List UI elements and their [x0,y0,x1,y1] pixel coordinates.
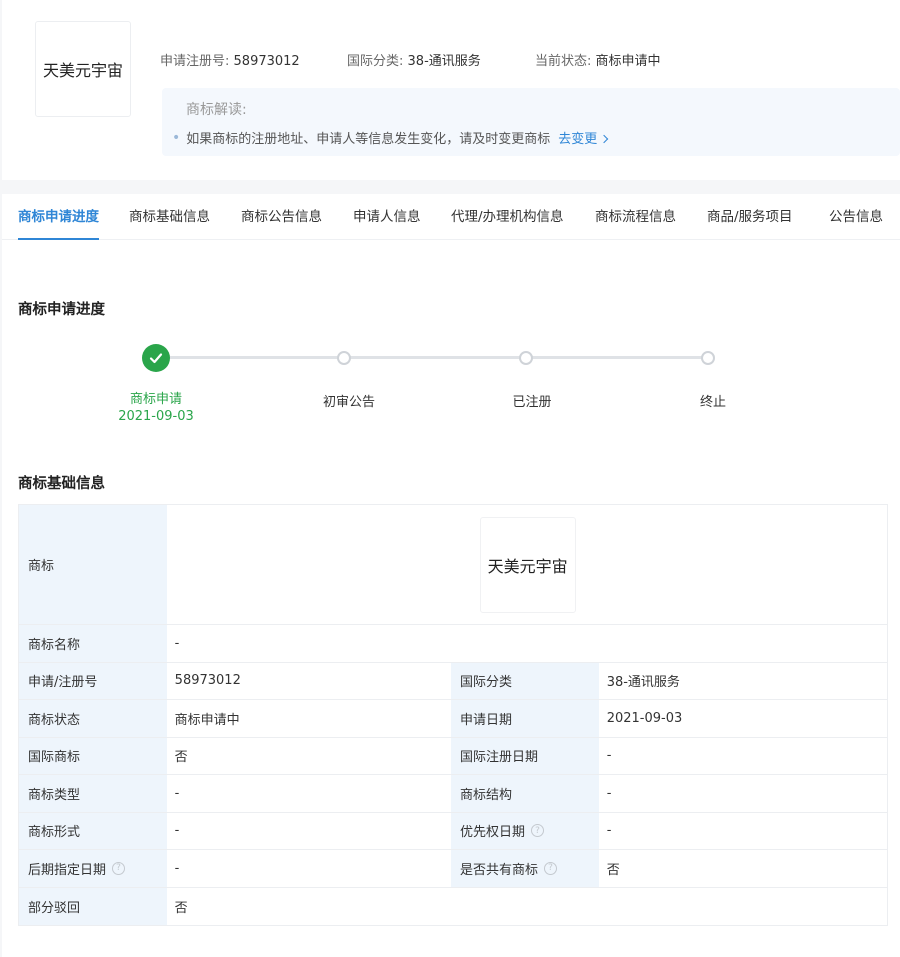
trademark-summary-card: 天美元宇宙 申请注册号: 58973012 国际分类: 38-通讯服务 当前状态… [2,0,900,180]
chevron-right-icon [600,134,609,144]
tab-announcement-info[interactable]: 商标公告信息 [241,194,322,240]
check-icon [149,353,163,364]
tab-agency-info[interactable]: 代理/办理机构信息 [451,194,564,240]
change-link[interactable]: 去变更 [558,128,609,147]
step-label-terminated: 终止 [699,395,727,410]
table-row: 商标形式 - 优先权日期? - [19,812,887,850]
bullet-icon: • [172,129,181,146]
progress-line-2 [346,356,528,359]
step-label-prelim: 初审公告 [322,395,376,410]
trademark-logo: 天美元宇宙 [35,21,131,117]
step-node-prelim [337,351,351,365]
table-row: 申请/注册号 58973012 国际分类 38-通讯服务 [19,662,887,700]
trademark-interpretation: 商标解读: • 如果商标的注册地址、申请人等信息发生变化，请及时变更商标 去变更 [162,88,900,156]
tab-basic-info[interactable]: 商标基础信息 [129,194,210,240]
table-row: 商标状态 商标申请中 申请日期 2021-09-03 [19,700,887,738]
step-date-application: 2021-09-03 [118,409,194,424]
table-row: 商标类型 - 商标结构 - [19,775,887,813]
table-row: 部分驳回 否 [19,887,887,925]
tab-progress[interactable]: 商标申请进度 [18,194,99,240]
step-node-terminated [701,351,715,365]
table-row: 后期指定日期? - 是否共有商标? 否 [19,850,887,888]
step-node-application [142,344,170,372]
help-icon[interactable]: ? [112,861,126,875]
interp-title: 商标解读: [186,102,247,118]
interp-tip: • 如果商标的注册地址、申请人等信息发生变化，请及时变更商标 去变更 [172,128,609,147]
basic-info-table: 商标 天美元宇宙 商标名称 - 申请/注册号 58973012 国际分类 38-… [18,504,888,926]
reg-no: 申请注册号: 58973012 [160,54,300,69]
basic-section-title: 商标基础信息 [18,476,105,492]
step-label-application: 商标申请 [129,392,183,407]
trademark-logo-text: 天美元宇宙 [42,61,123,80]
current-status: 当前状态: 商标申请中 [535,54,661,69]
intl-class: 国际分类: 38-通讯服务 [347,54,481,69]
help-icon[interactable]: ? [544,861,558,875]
table-row: 商标 天美元宇宙 [19,505,887,625]
detail-tabs: 商标申请进度 商标基础信息 商标公告信息 申请人信息 代理/办理机构信息 商标流… [2,194,900,240]
step-node-registered [519,351,533,365]
tab-notice-info[interactable]: 公告信息 [829,194,883,240]
tab-applicant-info[interactable]: 申请人信息 [353,194,421,240]
progress-line-1 [170,356,346,359]
tab-goods-services[interactable]: 商品/服务项目 [707,194,793,240]
step-label-registered: 已注册 [512,395,552,410]
progress-line-3 [528,356,710,359]
main-content: 商标申请进度 商标申请 2021-09-03 初审公告 已注册 终止 商标基础信… [2,240,900,957]
progress-section-title: 商标申请进度 [18,302,105,318]
trademark-label: 商标 [19,505,167,624]
trademark-image: 天美元宇宙 [479,516,576,613]
table-row: 国际商标 否 国际注册日期 - [19,737,887,775]
tab-process-info[interactable]: 商标流程信息 [595,194,676,240]
table-row: 商标名称 - [19,625,887,663]
trademark-image-cell: 天美元宇宙 [167,505,887,624]
help-icon[interactable]: ? [531,824,545,838]
